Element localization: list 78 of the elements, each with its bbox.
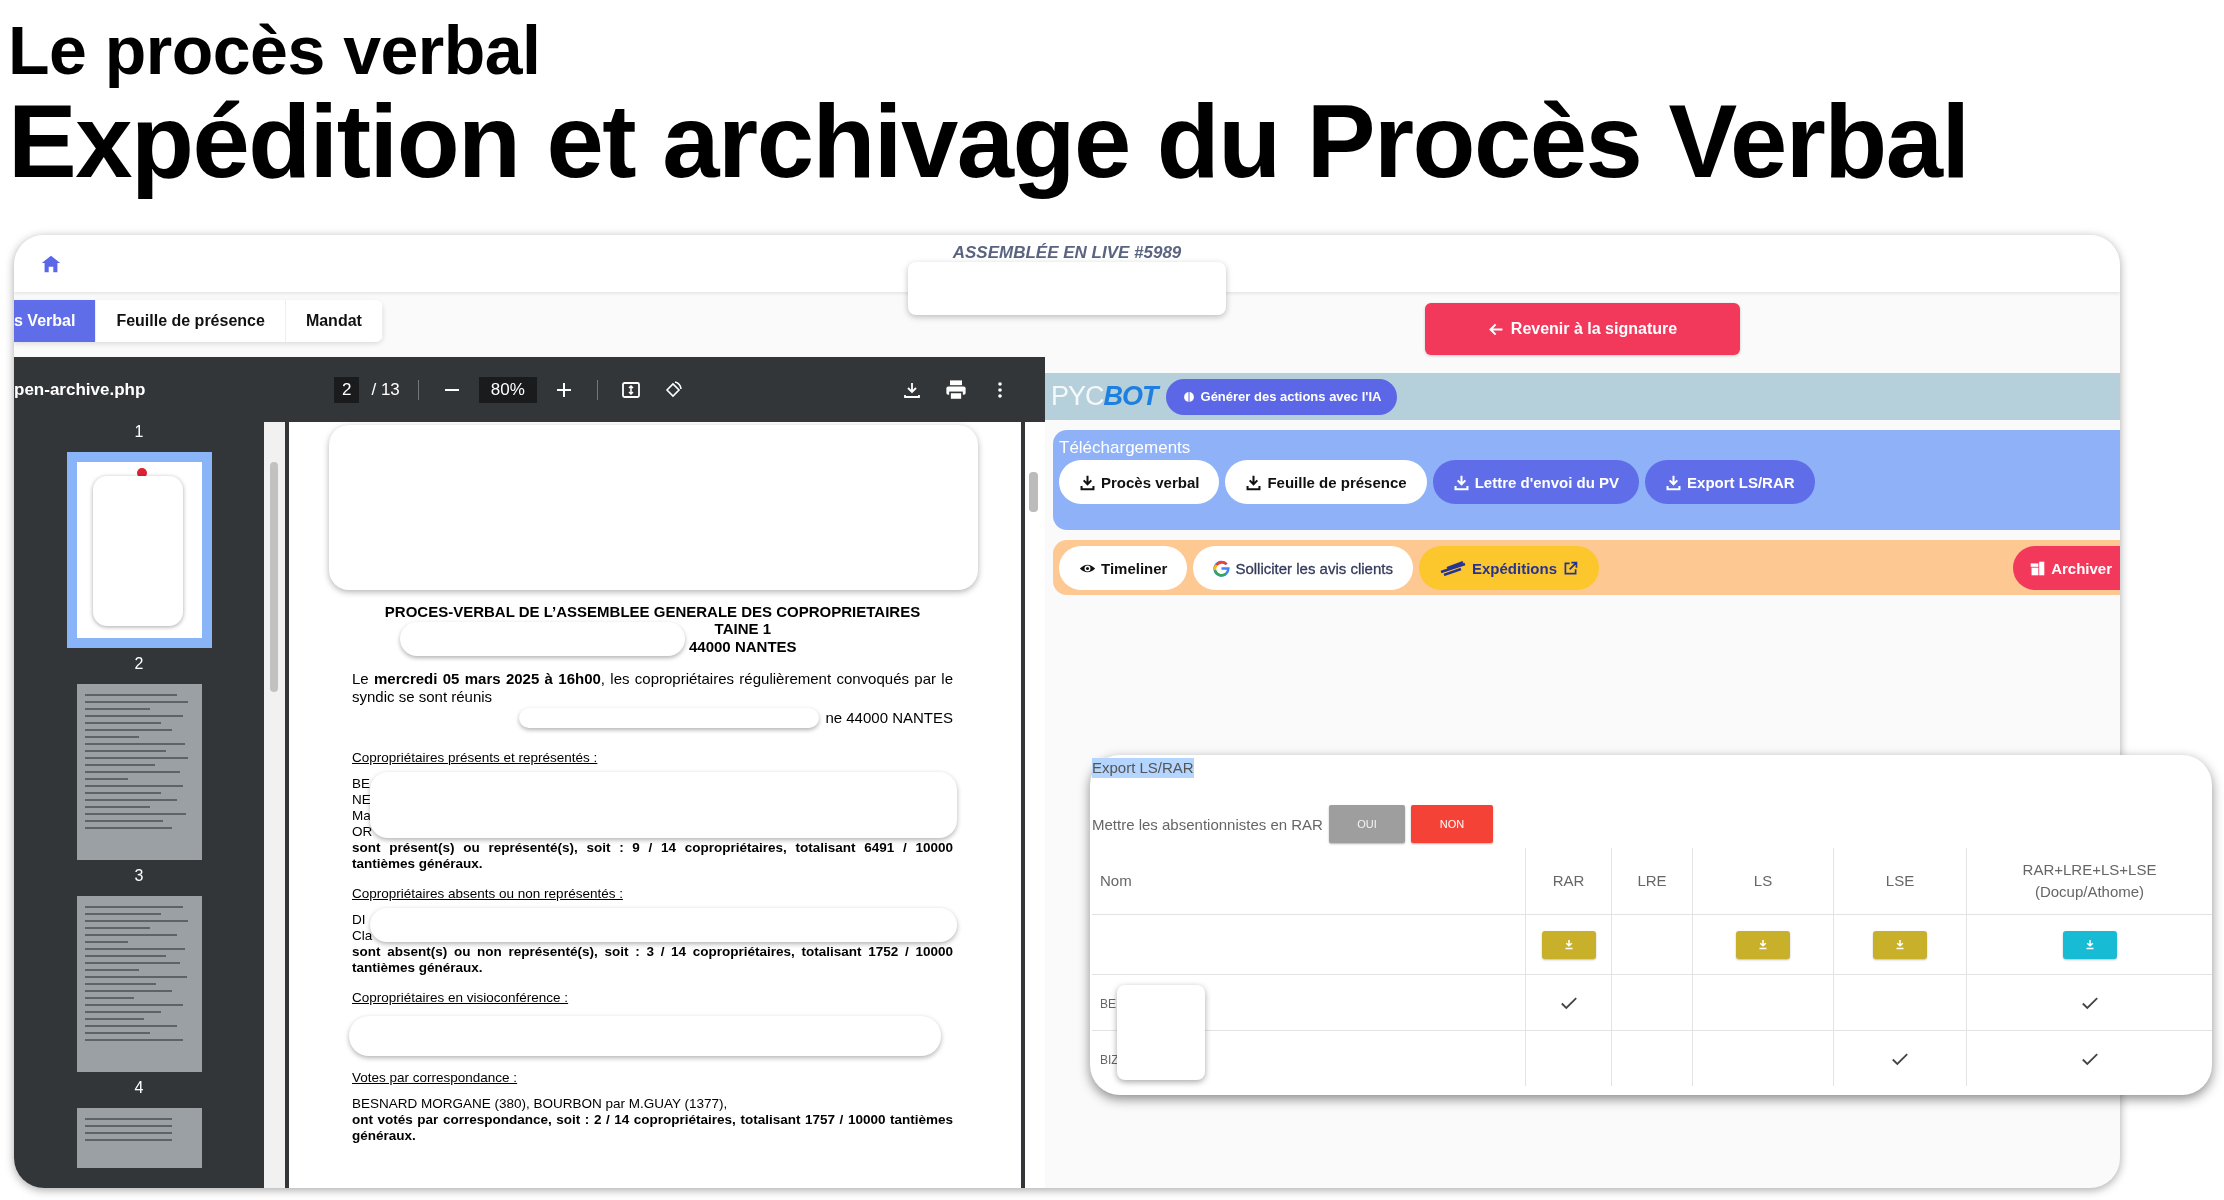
column-header: LSE [1833,848,1967,915]
action-button[interactable]: Timeliner [1059,546,1188,590]
toggle-label: Mettre les absentionnistes en RAR [1092,815,1323,833]
column-header: Nom [1092,848,1526,915]
action-button[interactable]: Expéditions [1419,546,1599,590]
section-heading: Copropriétaires présents et représentés : [352,750,599,766]
page-thumbnail[interactable] [76,1108,202,1168]
page-thumbnail[interactable] [66,452,212,648]
table-cell: BE [1100,996,1116,1011]
tab[interactable]: s Verbal [14,300,97,342]
header-title: ASSEMBLÉE EN LIVE #5989 [952,243,1182,263]
check-icon [1559,995,1578,1011]
download-button[interactable]: Procès verbal [1059,460,1220,504]
return-button[interactable]: Revenir à la signature [1425,303,1740,355]
action-button[interactable]: Solliciter les avis clients [1193,546,1413,590]
download-button[interactable]: Lettre d'envoi du PV [1432,460,1640,504]
slide-subtitle: Le procès verbal [8,14,542,86]
summary-text: ont votés par correspondance, soit : 2 / 14 copropriétaires, totalisant 1757 / 10000 tantièmes généraux. [352,1112,953,1144]
home-icon[interactable] [40,253,62,275]
owner-name: BESNARD MORGANE (380), BOURBON par M.GUAY (1377), [352,1096,729,1112]
page-thumbnail[interactable] [76,684,202,860]
owner-name: BE [352,776,371,792]
archive-icon [2029,559,2047,577]
document-title: TAINE 1 [714,620,771,638]
download-button[interactable] [1736,930,1790,959]
brain-icon [1181,389,1196,404]
column-header: LS [1692,848,1834,915]
page-number: 2 [134,654,144,674]
section-title: Téléchargements [1059,438,1192,458]
page-number: 3 [134,866,144,886]
check-icon [2080,995,2099,1011]
section-heading: Votes par correspondance : [352,1070,519,1086]
fit-page-icon[interactable] [620,379,641,400]
download-icon [1079,473,1096,491]
download-icon [1665,473,1683,491]
page-number-field[interactable]: 2 [334,376,360,403]
column-header: LRE [1611,848,1693,915]
page-thumbnail[interactable] [76,896,202,1072]
download-icon [1452,473,1470,491]
owner-name: Ma [352,808,372,824]
ai-button[interactable]: Générer des actions avec l'IA [1165,378,1398,415]
external-link-icon [1562,559,1579,577]
summary-text: sont absent(s) ou non représenté(s), soit : 3 / 14 copropriétaires, totalisant 1752 / 10000 tantièmes généraux. [352,944,953,976]
tab[interactable]: Feuille de présence [96,300,286,342]
document-title: 44000 NANTES [689,638,797,656]
card-title: Export LS/RAR [1092,758,1194,778]
section-heading: Copropriétaires absents ou non représentés : [352,886,624,902]
column-header: RAR [1525,848,1612,915]
owner-name: NE [352,792,372,808]
tab[interactable]: Mandat [285,300,383,342]
google-icon [1213,559,1231,577]
download-button[interactable] [2062,930,2117,959]
owner-name: OR [352,824,374,840]
action-button[interactable]: Archiver [2013,546,2120,590]
zoom-field[interactable]: 80% [478,376,537,403]
check-icon [1891,1051,1909,1067]
summary-text: sont présent(s) ou représenté(s), soit : 9 / 14 copropriétaires, totalisant 6491 / 10000 tantièmes généraux. [352,840,953,872]
download-button[interactable] [1541,930,1596,959]
scrollbar-thumb[interactable] [1029,472,1038,512]
file-name: pen-archive.php [14,379,147,400]
download-button[interactable]: Export LS/RAR [1645,460,1815,504]
download-button[interactable] [1873,930,1927,959]
swoosh-icon [1439,560,1467,576]
paragraph-text: ne 44000 NANTES [825,709,953,727]
page-number: 1 [134,422,144,442]
download-button[interactable]: Feuille de présence [1225,460,1427,504]
column-header: RAR+LRE+LS+LSE (Docup/Athome) [1966,848,2212,915]
toggle-option[interactable]: NON [1410,805,1493,843]
document-title: PROCES-VERBAL DE L’ASSEMBLEE GENERALE DES COPROPRIETAIRES [383,604,922,620]
scrollbar-thumb[interactable] [270,462,278,692]
owner-name: Cla [352,928,374,944]
print-icon[interactable] [944,377,968,402]
page-count: / 13 [371,379,400,400]
owner-name: DI [352,912,367,928]
download-icon [1245,473,1263,491]
section-heading: Copropriétaires en visioconférence : [352,990,570,1006]
page-number: 4 [134,1078,144,1098]
check-icon [2080,1051,2099,1067]
